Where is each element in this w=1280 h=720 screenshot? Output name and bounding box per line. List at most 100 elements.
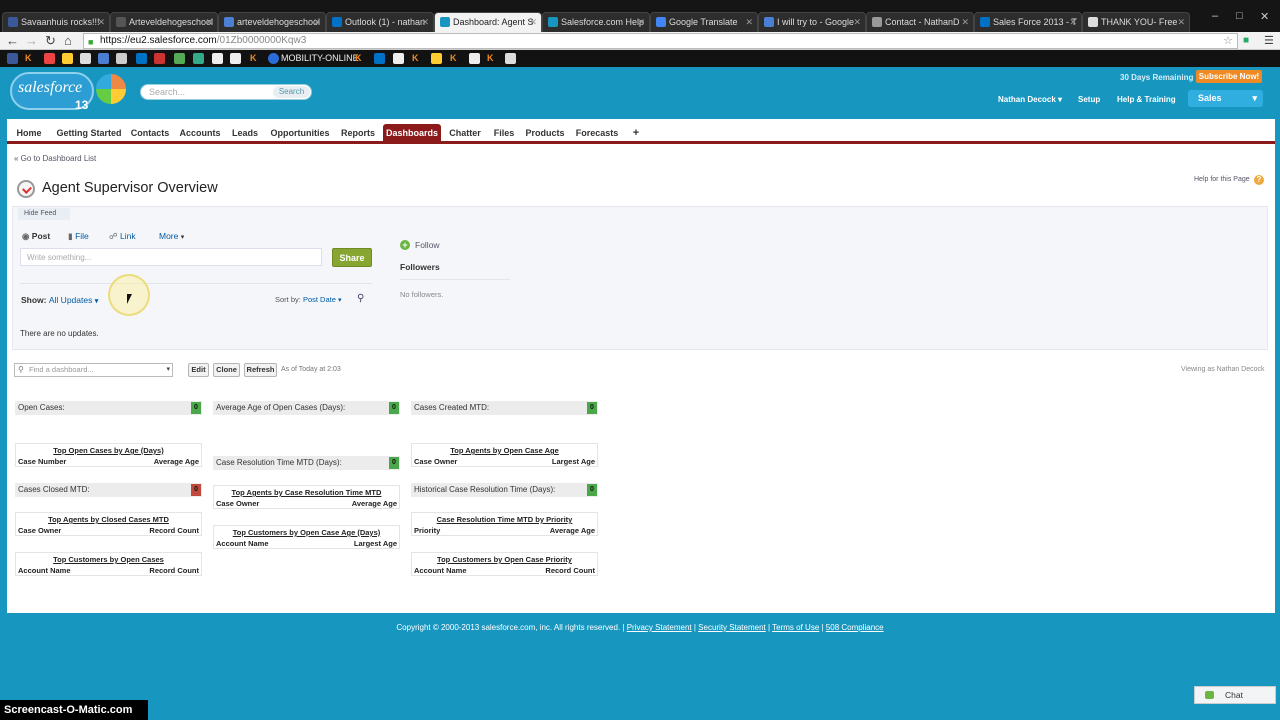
bookmark-icon[interactable] xyxy=(374,53,385,64)
forward-icon[interactable]: → xyxy=(25,33,38,49)
more-menu[interactable]: More ▾ xyxy=(159,231,184,241)
close-tab-icon[interactable]: ✕ xyxy=(1069,13,1077,31)
subscribe-button[interactable]: Subscribe Now! xyxy=(1196,70,1262,83)
page-bookmark-icon[interactable] xyxy=(80,53,91,64)
close-tab-icon[interactable]: ✕ xyxy=(529,13,537,31)
share-button[interactable]: Share xyxy=(332,248,372,267)
show-filter-dropdown[interactable]: All Updates xyxy=(49,295,92,305)
close-window-icon[interactable]: ✕ xyxy=(1260,10,1269,23)
bookmark-icon[interactable] xyxy=(154,53,165,64)
privacy-statement-link[interactable]: Privacy Statement xyxy=(627,623,692,632)
tab-forecasts[interactable]: Forecasts xyxy=(573,124,621,143)
browser-tab[interactable]: Contact - NathanD ✕ xyxy=(866,12,974,32)
browser-tab[interactable]: Sales Force 2013 - T ✕ xyxy=(974,12,1082,32)
browser-tab[interactable]: Savaanhuis rocks!!! ✕ xyxy=(2,12,110,32)
browser-tab[interactable]: Arteveldehogeschool ✕ xyxy=(110,12,218,32)
close-tab-icon[interactable]: ✕ xyxy=(205,13,213,31)
tab-accounts[interactable]: Accounts xyxy=(177,124,223,143)
table-title-link[interactable]: Top Open Cases by Age (Days) xyxy=(16,446,201,455)
tab-chatter[interactable]: Chatter xyxy=(445,124,485,143)
k-bookmark-icon[interactable]: K xyxy=(412,53,419,63)
tab-home[interactable]: Home xyxy=(10,124,48,143)
mobility-online-icon[interactable] xyxy=(268,53,279,64)
page-bookmark-icon[interactable] xyxy=(469,53,480,64)
k-bookmark-icon[interactable]: K xyxy=(487,53,494,63)
508-compliance-link[interactable]: 508 Compliance xyxy=(826,623,884,632)
search-input[interactable]: Search... Search xyxy=(140,84,312,100)
bookmark-icon[interactable] xyxy=(174,53,185,64)
setup-link[interactable]: Setup xyxy=(1078,95,1100,104)
tab-leads[interactable]: Leads xyxy=(229,124,261,143)
hide-feed-link[interactable]: Hide Feed xyxy=(18,208,70,220)
table-title-link[interactable]: Top Customers by Open Case Age (Days) xyxy=(214,528,399,537)
clone-button[interactable]: Clone xyxy=(213,363,240,377)
close-tab-icon[interactable]: ✕ xyxy=(1177,13,1185,31)
tab-contacts[interactable]: Contacts xyxy=(128,124,172,143)
historical-resolution-time-metric[interactable]: Historical Case Resolution Time (Days): … xyxy=(411,483,598,497)
write-something-input[interactable]: Write something... xyxy=(20,248,322,266)
page-bookmark-icon[interactable] xyxy=(393,53,404,64)
reload-icon[interactable]: ↻ xyxy=(45,33,56,49)
minimize-icon[interactable]: – xyxy=(1212,10,1218,22)
k-bookmark-icon[interactable]: K xyxy=(450,53,457,63)
table-title-link[interactable]: Case Resolution Time MTD by Priority xyxy=(412,515,597,524)
tab-files[interactable]: Files xyxy=(489,124,519,143)
average-age-open-cases-metric[interactable]: Average Age of Open Cases (Days): 0 xyxy=(213,401,400,415)
link-tab[interactable]: ☍ Link xyxy=(109,231,136,242)
bookmark-icon[interactable] xyxy=(136,53,147,64)
bookmark-icon[interactable] xyxy=(193,53,204,64)
terms-of-use-link[interactable]: Terms of Use xyxy=(772,623,819,632)
bookmark-icon[interactable] xyxy=(505,53,516,64)
k-bookmark-icon[interactable]: K xyxy=(25,53,32,63)
close-tab-icon[interactable]: ✕ xyxy=(745,13,753,31)
table-title-link[interactable]: Top Agents by Open Case Age xyxy=(412,446,597,455)
menu-icon[interactable]: ☰ xyxy=(1264,33,1274,49)
browser-tab[interactable]: Google Translate ✕ xyxy=(650,12,758,32)
bookmark-star-icon[interactable]: ☆ xyxy=(1223,34,1233,48)
follow-button[interactable]: + Follow xyxy=(400,240,440,250)
feed-search-icon[interactable]: ⚲ xyxy=(357,293,364,304)
chat-button[interactable]: Chat xyxy=(1194,686,1276,704)
close-tab-icon[interactable]: ✕ xyxy=(961,13,969,31)
browser-tab[interactable]: Outlook (1) - nathan ✕ xyxy=(326,12,434,32)
close-tab-icon[interactable]: ✕ xyxy=(637,13,645,31)
page-bookmark-icon[interactable] xyxy=(230,53,241,64)
cases-closed-mtd-metric[interactable]: Cases Closed MTD: 0 xyxy=(15,483,202,497)
chevron-down-icon[interactable]: ▾ xyxy=(338,297,342,304)
user-menu[interactable]: Nathan Decock ▾ xyxy=(998,95,1062,104)
tab-products[interactable]: Products xyxy=(523,124,567,143)
extension-icon[interactable]: ■ xyxy=(1243,33,1249,49)
table-title-link[interactable]: Top Agents by Closed Cases MTD xyxy=(16,515,201,524)
browser-tab[interactable]: I will try to - Google ✕ xyxy=(758,12,866,32)
k-bookmark-icon[interactable]: K xyxy=(355,53,362,63)
browser-tab[interactable]: THANK YOU- Free ✕ xyxy=(1082,12,1190,32)
table-title-link[interactable]: Top Customers by Open Case Priority xyxy=(412,555,597,564)
bookmark-icon[interactable] xyxy=(44,53,55,64)
tab-add[interactable]: + xyxy=(627,124,645,143)
refresh-button[interactable]: Refresh xyxy=(244,363,277,377)
home-icon[interactable]: ⌂ xyxy=(64,33,72,49)
close-tab-icon[interactable]: ✕ xyxy=(313,13,321,31)
chevron-down-icon[interactable]: ▾ xyxy=(95,298,99,305)
security-statement-link[interactable]: Security Statement xyxy=(698,623,766,632)
page-bookmark-icon[interactable] xyxy=(212,53,223,64)
case-resolution-time-metric[interactable]: Case Resolution Time MTD (Days): 0 xyxy=(213,456,400,470)
url-input[interactable]: ■ https://eu2.salesforce.com/01Zb0000000… xyxy=(83,33,1238,49)
browser-tab[interactable]: Salesforce.com Help ✕ xyxy=(542,12,650,32)
help-training-link[interactable]: Help & Training xyxy=(1117,95,1176,104)
close-tab-icon[interactable]: ✕ xyxy=(97,13,105,31)
facebook-bookmark-icon[interactable] xyxy=(7,53,18,64)
salesforce-logo[interactable]: salesforce 13 xyxy=(10,72,126,114)
sort-dropdown[interactable]: Post Date xyxy=(303,295,336,304)
back-to-dashboard-list-link[interactable]: « Go to Dashboard List xyxy=(14,154,96,163)
post-tab[interactable]: ◉ Post xyxy=(22,231,50,242)
maximize-icon[interactable]: □ xyxy=(1236,10,1243,22)
browser-tab[interactable]: arteveldehogeschool ✕ xyxy=(218,12,326,32)
edit-button[interactable]: Edit xyxy=(188,363,209,377)
mobility-online-bookmark[interactable]: MOBILITY-ONLINE xyxy=(281,53,359,63)
cases-created-mtd-metric[interactable]: Cases Created MTD: 0 xyxy=(411,401,598,415)
search-button[interactable]: Search xyxy=(273,86,310,98)
tab-opportunities[interactable]: Opportunities xyxy=(267,124,333,143)
app-selector[interactable]: Sales ▾ xyxy=(1188,90,1263,107)
bookmark-icon[interactable] xyxy=(62,53,73,64)
